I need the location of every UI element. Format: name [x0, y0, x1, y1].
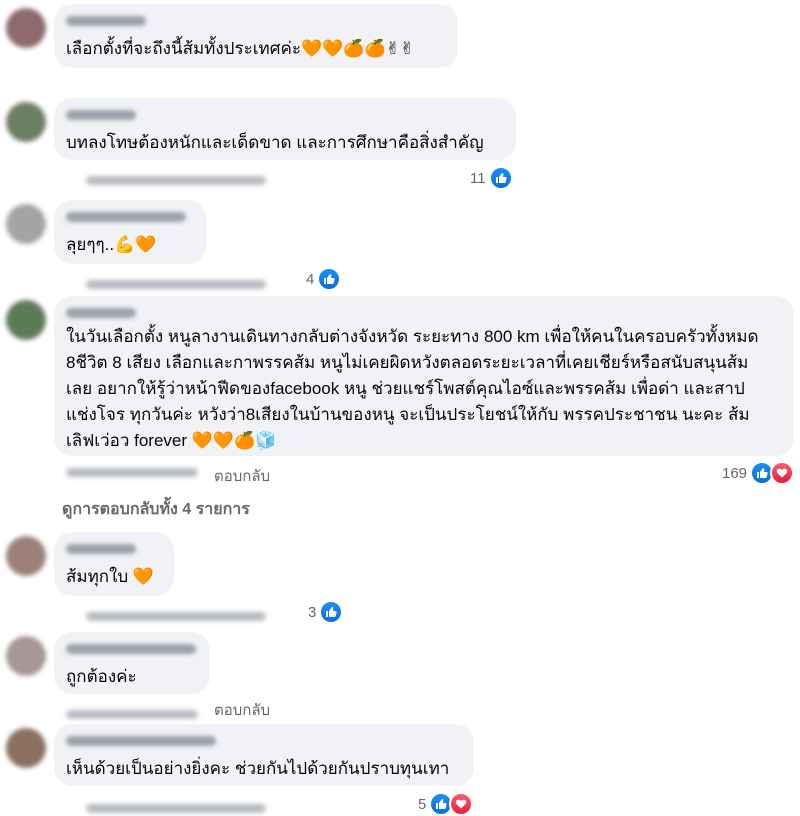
heart-icon [449, 792, 474, 816]
commenter-avatar[interactable] [6, 636, 46, 676]
comment-actions-redacted[interactable] [86, 612, 266, 621]
comment-actions-redacted[interactable] [66, 710, 198, 719]
reaction-summary[interactable]: 169 [722, 461, 795, 485]
reaction-count: 5 [418, 795, 427, 813]
reply-link[interactable]: ตอบกลับ [214, 698, 270, 722]
reaction-count: 169 [722, 464, 748, 482]
thumbs-up-icon [488, 166, 513, 190]
comment-bubble: ลุยๆๆ..💪🧡 [54, 200, 206, 264]
comment-bubble: เลือกตั้งที่จะถึงนี้ส้มทั้งประเทศค่ะ🧡🧡🍊🍊… [54, 4, 458, 68]
commenter-name-redacted[interactable] [66, 308, 136, 318]
commenter-avatar[interactable] [6, 300, 46, 340]
comment-text: ลุยๆๆ..💪🧡 [66, 235, 157, 254]
commenter-name-redacted[interactable] [66, 212, 186, 222]
comment-text: เลือกตั้งที่จะถึงนี้ส้มทั้งประเทศค่ะ🧡🧡🍊🍊… [66, 39, 415, 58]
comment-actions-redacted[interactable] [66, 468, 198, 477]
commenter-avatar[interactable] [6, 536, 46, 576]
comment-actions-redacted[interactable] [86, 176, 266, 185]
commenter-name-redacted[interactable] [66, 110, 136, 120]
comment-bubble: ส้มทุกใบ 🧡 [54, 532, 174, 596]
commenter-name-redacted[interactable] [66, 544, 136, 554]
thumbs-up-icon [319, 600, 344, 624]
comment-actions-redacted[interactable] [86, 804, 266, 813]
reaction-count: 4 [306, 270, 315, 288]
comment-bubble: บทลงโทษต้องหนักและเด็ดขาด และการศึกษาคือ… [54, 98, 516, 160]
comment-text: ถูกต้องค่ะ [66, 667, 137, 686]
heart-icon [770, 461, 795, 485]
comment-text: เห็นด้วยเป็นอย่างยิ่งคะ ช่วยกันไปด้วยกัน… [66, 759, 450, 778]
view-replies-link[interactable]: ดูการตอบกลับทั้ง 4 รายการ [62, 497, 250, 522]
comment-bubble: เห็นด้วยเป็นอย่างยิ่งคะ ช่วยกันไปด้วยกัน… [54, 724, 474, 786]
comment-text: ส้มทุกใบ 🧡 [66, 567, 155, 586]
commenter-avatar[interactable] [6, 8, 46, 48]
comment-text: ในวันเลือกตั้ง หนูลางานเดินทางกลับต่างจั… [66, 327, 759, 450]
commenter-avatar[interactable] [6, 204, 46, 244]
reply-link[interactable]: ตอบกลับ [214, 464, 270, 488]
thumbs-up-icon [317, 267, 342, 291]
commenter-avatar[interactable] [6, 102, 46, 142]
reaction-summary[interactable]: 3 [308, 600, 344, 624]
commenter-name-redacted[interactable] [66, 644, 196, 654]
comment-bubble: ถูกต้องค่ะ [54, 632, 210, 694]
commenter-name-redacted[interactable] [66, 16, 146, 26]
comment-text: บทลงโทษต้องหนักและเด็ดขาด และการศึกษาคือ… [66, 133, 484, 152]
reaction-count: 11 [470, 169, 486, 187]
reaction-count: 3 [308, 603, 317, 621]
commenter-name-redacted[interactable] [66, 736, 216, 746]
commenter-avatar[interactable] [6, 728, 46, 768]
comment-actions-redacted[interactable] [86, 280, 266, 289]
comment-bubble: ในวันเลือกตั้ง หนูลางานเดินทางกลับต่างจั… [54, 296, 794, 456]
reaction-summary[interactable]: 5 [418, 792, 474, 816]
reaction-summary[interactable]: 4 [306, 267, 342, 291]
reaction-summary[interactable]: 11 [470, 166, 513, 190]
